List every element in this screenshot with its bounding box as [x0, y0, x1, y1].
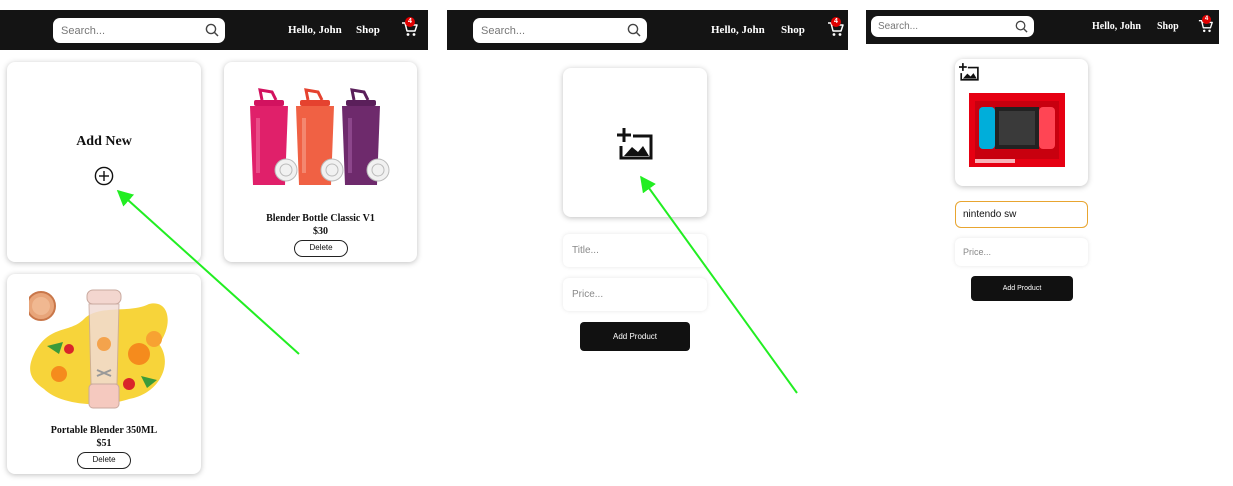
- shop-link[interactable]: Shop: [356, 24, 380, 36]
- cart-button[interactable]: 4: [827, 17, 845, 38]
- price-input[interactable]: [563, 289, 707, 300]
- image-upload-box[interactable]: [563, 68, 707, 217]
- add-new-label: Add New: [76, 134, 132, 149]
- product-image: [250, 88, 390, 185]
- title-input[interactable]: [956, 209, 1087, 220]
- search-icon[interactable]: [205, 23, 219, 37]
- price-field: [563, 278, 707, 311]
- price-field: [955, 238, 1088, 266]
- product-card: Portable Blender 350ML $51 Delete: [7, 274, 201, 474]
- shop-link[interactable]: Shop: [781, 24, 805, 36]
- greeting-label: Hello, John: [288, 24, 342, 36]
- navbar: Hello, John Shop 4: [0, 10, 428, 50]
- navbar: Hello, John Shop 4: [866, 10, 1219, 44]
- product-image: [29, 289, 168, 409]
- search-input[interactable]: [53, 24, 225, 37]
- cart-button[interactable]: 4: [1198, 15, 1214, 34]
- product-image: [969, 93, 1065, 167]
- search-icon[interactable]: [1015, 20, 1028, 33]
- product-title: Portable Blender 350ML: [50, 425, 158, 436]
- cart-count-badge: 4: [405, 17, 415, 27]
- search-input[interactable]: [871, 21, 1034, 32]
- add-product-button[interactable]: Add Product: [580, 322, 690, 351]
- title-field: [563, 234, 707, 267]
- search-box: [871, 16, 1034, 37]
- delete-button[interactable]: Delete: [77, 452, 131, 469]
- product-price: $51: [96, 438, 112, 449]
- shop-link[interactable]: Shop: [1157, 21, 1179, 32]
- search-box: [53, 18, 225, 43]
- search-box: [473, 18, 647, 43]
- product-title: Blender Bottle Classic V1: [266, 213, 375, 224]
- add-new-card[interactable]: Add New: [7, 62, 201, 262]
- cart-count-badge: 4: [1202, 15, 1211, 24]
- search-input[interactable]: [473, 24, 647, 37]
- product-card: Blender Bottle Classic V1 $30 Delete: [224, 62, 417, 262]
- greeting-label: Hello, John: [1092, 21, 1141, 32]
- add-image-icon[interactable]: [617, 128, 653, 160]
- navbar: Hello, John Shop 4: [447, 10, 848, 50]
- cart-button[interactable]: 4: [401, 17, 419, 38]
- search-icon[interactable]: [627, 23, 641, 37]
- add-product-button[interactable]: Add Product: [971, 276, 1073, 301]
- add-image-icon[interactable]: [959, 63, 979, 81]
- plus-circle-icon[interactable]: [94, 166, 114, 186]
- title-field: [955, 201, 1088, 228]
- delete-button[interactable]: Delete: [294, 240, 348, 257]
- greeting-label: Hello, John: [711, 24, 765, 36]
- product-price: $30: [313, 226, 328, 237]
- price-input[interactable]: [955, 247, 1088, 257]
- cart-count-badge: 4: [831, 17, 841, 27]
- image-upload-box[interactable]: [955, 59, 1088, 186]
- title-input[interactable]: [563, 245, 707, 256]
